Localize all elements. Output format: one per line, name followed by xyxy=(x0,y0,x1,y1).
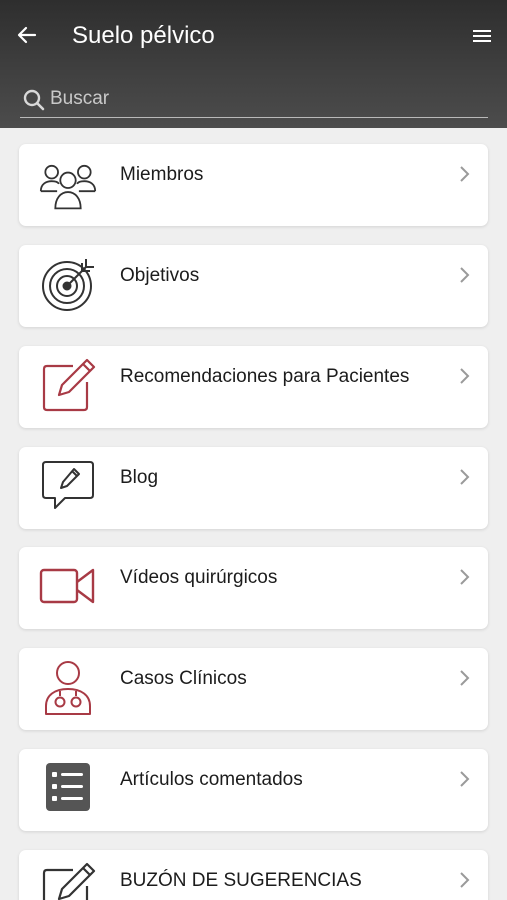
menu-item-label: Casos Clínicos xyxy=(120,668,247,689)
edit-note-icon xyxy=(39,356,97,414)
menu-item-videos-quirurgicos[interactable]: Vídeos quirúrgicos xyxy=(19,547,488,629)
page-title: Suelo pélvico xyxy=(72,22,215,49)
menu-item-label: Miembros xyxy=(120,164,204,185)
edit-note-icon xyxy=(39,860,97,900)
menu-item-buzon-sugerencias[interactable]: BUZÓN DE SUGERENCIAS xyxy=(19,850,488,900)
menu-item-blog[interactable]: Blog xyxy=(19,447,488,529)
search-bar xyxy=(20,84,488,118)
app-header: Suelo pélvico xyxy=(0,0,507,128)
menu-button[interactable] xyxy=(468,24,496,48)
menu-item-label: Artículos comentados xyxy=(120,769,303,790)
chat-pencil-icon xyxy=(39,457,97,515)
chevron-right-icon xyxy=(460,267,470,283)
menu-item-label: Recomendaciones para Pacientes xyxy=(120,366,410,387)
hamburger-menu-icon xyxy=(473,30,491,42)
chevron-right-icon xyxy=(460,872,470,888)
doctor-icon xyxy=(39,658,97,716)
list-document-icon xyxy=(39,759,97,817)
menu-item-casos-clinicos[interactable]: Casos Clínicos xyxy=(19,648,488,730)
back-button[interactable] xyxy=(14,22,40,48)
chevron-right-icon xyxy=(460,469,470,485)
chevron-right-icon xyxy=(460,166,470,182)
search-input[interactable] xyxy=(50,84,480,114)
chevron-right-icon xyxy=(460,368,470,384)
video-camera-icon xyxy=(39,557,97,615)
chevron-right-icon xyxy=(460,569,470,585)
chevron-right-icon xyxy=(460,670,470,686)
people-group-icon xyxy=(39,154,97,212)
menu-item-objetivos[interactable]: Objetivos xyxy=(19,245,488,327)
menu-item-recomendaciones[interactable]: Recomendaciones para Pacientes xyxy=(19,346,488,428)
menu-item-label: Vídeos quirúrgicos xyxy=(120,567,278,588)
menu-item-label: Objetivos xyxy=(120,265,200,286)
target-icon xyxy=(39,255,97,313)
menu-item-articulos-comentados[interactable]: Artículos comentados xyxy=(19,749,488,831)
search-icon xyxy=(23,89,45,111)
menu-item-label: Blog xyxy=(120,467,159,488)
arrow-left-icon xyxy=(17,26,37,44)
chevron-right-icon xyxy=(460,771,470,787)
menu-item-miembros[interactable]: Miembros xyxy=(19,144,488,226)
menu-item-label: BUZÓN DE SUGERENCIAS xyxy=(120,870,362,891)
